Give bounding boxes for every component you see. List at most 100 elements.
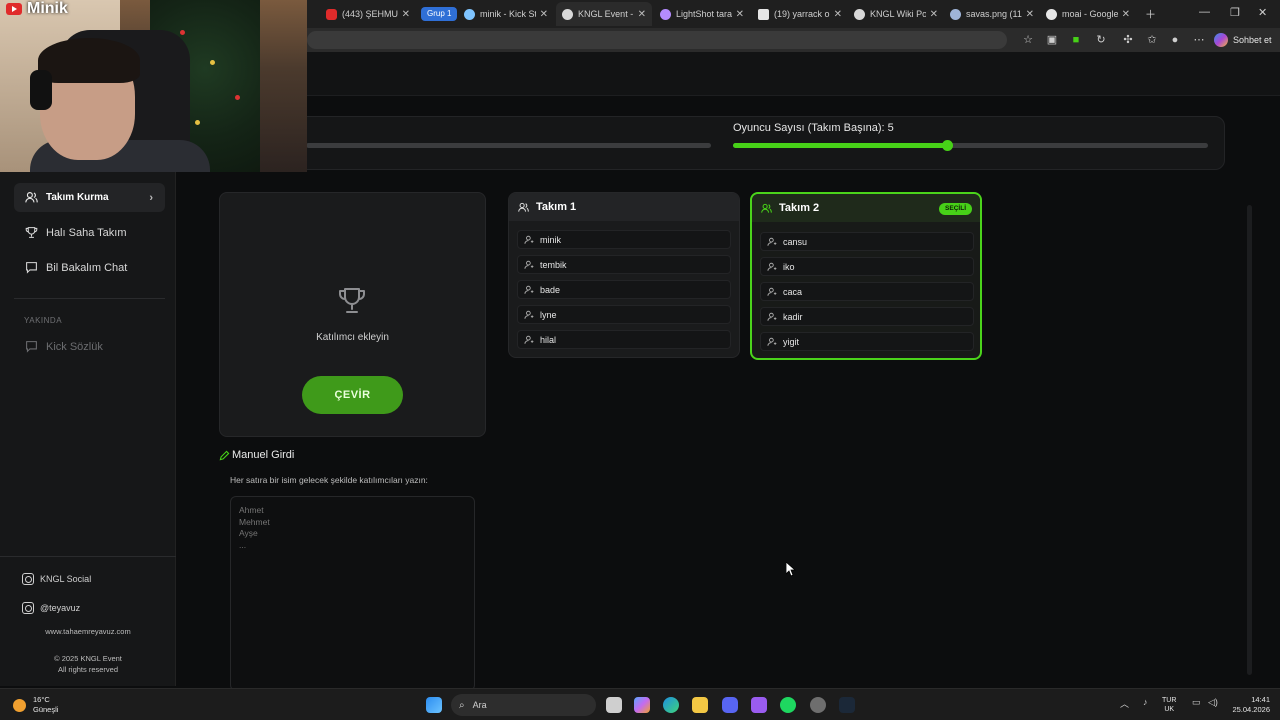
obs-icon[interactable]	[810, 697, 826, 713]
app-icon[interactable]	[751, 697, 767, 713]
users-icon	[518, 202, 530, 213]
pencil-icon	[219, 450, 230, 461]
copilot-icon[interactable]	[634, 697, 650, 713]
search-icon: ⌕	[459, 699, 465, 711]
close-tab-icon[interactable]: ✕	[540, 9, 548, 20]
player-row: bade	[517, 280, 731, 299]
team-name: Takım 1	[536, 201, 577, 213]
team-card-2[interactable]: Takım 2 SEÇİLİ cansu iko caca kadir yigi…	[750, 192, 982, 360]
extension-green-icon[interactable]: ■	[1069, 33, 1083, 47]
tray-expand-icon[interactable]: ︿	[1120, 697, 1129, 710]
ornament	[210, 60, 215, 65]
chat-icon	[24, 261, 38, 275]
edge-icon[interactable]	[663, 697, 679, 713]
manual-entry-instructions: Her satıra bir isim gelecek şekilde katı…	[230, 475, 428, 485]
player-row: yigit	[760, 332, 974, 351]
clock[interactable]: 14:41 25.04.2026	[1226, 695, 1270, 715]
close-tab-icon[interactable]: ✕	[834, 9, 842, 20]
player-count-slider[interactable]	[733, 140, 1208, 151]
volume-icon[interactable]: ◁)	[1208, 697, 1218, 708]
youtube-favicon-icon	[326, 8, 337, 20]
globe-favicon-icon	[950, 8, 961, 20]
website-link[interactable]: www.tahaemreyavuz.com	[0, 627, 176, 636]
copyright: © 2025 KNGL Event	[54, 654, 122, 663]
shield-favicon-icon	[854, 8, 865, 20]
favorites-icon[interactable]: ✩	[1145, 33, 1159, 47]
browser-tab[interactable]: (19) yarrack on ✕	[752, 2, 848, 26]
browser-tab[interactable]: (443) ŞEHMUS U✕	[320, 2, 416, 26]
headphones	[30, 70, 52, 110]
player-row: kadir	[760, 307, 974, 326]
player-row: hilal	[517, 330, 731, 349]
ornament	[235, 95, 240, 100]
player-row: caca	[760, 282, 974, 301]
discord-icon[interactable]	[722, 697, 738, 713]
manual-entry-title: Manuel Girdi	[219, 449, 294, 461]
close-window-icon[interactable]: ✕	[1258, 6, 1267, 19]
microphone-icon[interactable]: ♪	[1143, 697, 1148, 707]
team-card-1[interactable]: Takım 1 minik tembik bade lyne hilal	[508, 192, 740, 358]
task-view-icon[interactable]	[606, 697, 622, 713]
instagram-icon	[22, 602, 34, 614]
language-indicator[interactable]: TUR UK	[1162, 696, 1176, 714]
team-name: Takım 2	[779, 202, 820, 214]
rights-text: All rights reserved	[57, 665, 119, 674]
minimize-icon[interactable]: —	[1199, 6, 1210, 18]
close-tab-icon[interactable]: ✕	[1122, 9, 1130, 20]
social-link-kngl[interactable]: KNGL Social	[22, 573, 91, 585]
file-explorer-icon[interactable]	[692, 697, 708, 713]
participants-textarea[interactable]	[230, 496, 475, 691]
users-icon	[24, 191, 38, 205]
url-field[interactable]	[307, 31, 1007, 49]
refresh-extension-icon[interactable]: ↻	[1094, 33, 1108, 47]
taskbar-search[interactable]: ⌕ Ara	[451, 694, 596, 716]
sidebar-item-hali-saha[interactable]: Halı Saha Takım	[14, 218, 165, 247]
close-tab-icon[interactable]: ✕	[930, 9, 938, 20]
network-icon[interactable]: ▭	[1192, 697, 1201, 708]
player-count-label: Oyuncu Sayısı (Takım Başına): 5	[733, 122, 894, 134]
spin-button[interactable]: ÇEVİR	[302, 376, 403, 414]
sidebar-item-kick-sozluk: Kick Sözlük	[14, 332, 165, 361]
restore-icon[interactable]: ❐	[1230, 6, 1240, 19]
scrollbar[interactable]	[1247, 205, 1252, 675]
streamer-hair	[38, 38, 140, 83]
extension-icon[interactable]: ▣	[1045, 33, 1059, 47]
app-header	[307, 52, 1280, 96]
start-icon[interactable]	[426, 697, 442, 713]
close-tab-icon[interactable]: ✕	[736, 9, 744, 20]
new-tab-icon[interactable]: ＋	[1145, 6, 1156, 22]
more-menu-icon[interactable]: ⋯	[1192, 33, 1206, 47]
browser-tab[interactable]: moai - Google'd✕	[1040, 2, 1136, 26]
tab-group-pill[interactable]: Grup 1	[421, 7, 458, 21]
browser-tab[interactable]: LightShot tarafı ✕	[654, 2, 750, 26]
youtube-icon	[6, 3, 22, 15]
sidebar-item-bil-bakalim-chat[interactable]: Bil Bakalım Chat	[14, 253, 165, 282]
sidebar-item-team-builder[interactable]: Takım Kurma ›	[14, 183, 165, 212]
mouse-cursor-icon	[785, 561, 797, 582]
user-icon	[767, 287, 777, 297]
close-tab-icon[interactable]: ✕	[638, 9, 646, 20]
browser-tab[interactable]: minik - Kick Stati✕	[458, 2, 554, 26]
windows-taskbar: 16°C Güneşli ⌕ Ara ︿ ♪ TUR UK ▭ ◁) 14:41 25.…	[0, 688, 1280, 720]
slider-thumb[interactable]	[941, 140, 953, 151]
copilot-chat-button[interactable]: Sohbet et	[1214, 32, 1272, 48]
puzzle-icon[interactable]: ✣	[1121, 33, 1135, 47]
profile-avatar-icon[interactable]: ●	[1168, 33, 1182, 47]
spotify-icon[interactable]	[780, 697, 796, 713]
sun-icon	[13, 698, 26, 712]
steam-icon[interactable]	[839, 697, 855, 713]
weather-widget[interactable]: 16°C Güneşli	[13, 695, 58, 715]
star-icon[interactable]: ☆	[1021, 33, 1035, 47]
close-tab-icon[interactable]: ✕	[402, 9, 410, 20]
user-icon	[767, 337, 777, 347]
social-link-teyavuz[interactable]: @teyavuz	[22, 602, 80, 614]
left-slider[interactable]	[306, 143, 711, 148]
browser-tab-active[interactable]: KNGL Event - Ya✕	[556, 2, 652, 26]
browser-tab[interactable]: KNGL Wiki Portal✕	[848, 2, 944, 26]
browser-tab[interactable]: savas.png (1184✕	[944, 2, 1040, 26]
team-header: Takım 1	[509, 193, 739, 221]
shield-favicon-icon	[562, 8, 573, 20]
player-row: iko	[760, 257, 974, 276]
close-tab-icon[interactable]: ✕	[1026, 9, 1034, 20]
slider-fill	[733, 143, 947, 148]
